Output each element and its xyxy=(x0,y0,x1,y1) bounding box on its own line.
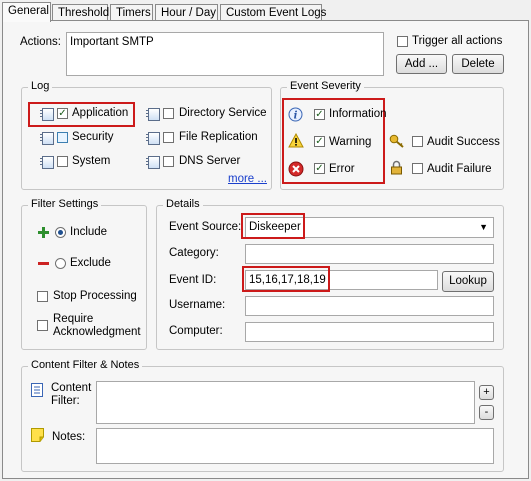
actions-list[interactable]: Important SMTP xyxy=(66,32,384,76)
svg-text:i: i xyxy=(294,111,298,122)
event-source-label: Event Source: xyxy=(169,221,242,233)
warning-icon xyxy=(288,133,304,148)
warning-label: Warning xyxy=(329,136,372,148)
dns-server-log-icon xyxy=(146,156,160,169)
content-filter-minus-button[interactable]: - xyxy=(479,405,494,420)
log-group-title: Log xyxy=(28,80,53,92)
information-icon: i xyxy=(288,107,303,122)
application-label: Application xyxy=(72,107,129,119)
add-action-button[interactable]: Add ... xyxy=(396,54,447,74)
directory-service-label: Directory Service xyxy=(179,107,267,119)
lookup-button[interactable]: Lookup xyxy=(442,271,494,292)
computer-input[interactable] xyxy=(245,322,494,342)
content-filter-input[interactable] xyxy=(96,381,475,424)
directory-service-checkbox[interactable] xyxy=(163,108,174,119)
content-filter-title: Content Filter & Notes xyxy=(28,359,143,371)
warning-checkbox[interactable]: ✓ xyxy=(314,136,325,147)
dns-server-label: DNS Server xyxy=(179,155,241,167)
more-logs-link[interactable]: more ... xyxy=(228,173,267,185)
audit-success-checkbox[interactable] xyxy=(412,136,423,147)
minus-icon xyxy=(38,262,49,265)
actions-label: Actions: xyxy=(20,36,61,48)
information-label: Information xyxy=(329,108,387,120)
trigger-all-label: Trigger all actions xyxy=(412,35,503,47)
tab-timers[interactable]: Timers xyxy=(110,4,153,20)
lock-icon xyxy=(391,160,402,175)
username-label: Username: xyxy=(169,299,226,311)
content-filter-label-line2: Filter: xyxy=(51,395,80,407)
error-label: Error xyxy=(329,163,355,175)
dns-server-checkbox[interactable] xyxy=(163,156,174,167)
application-checkbox[interactable]: ✓ xyxy=(57,108,68,119)
chevron-down-icon[interactable]: ▼ xyxy=(479,219,488,235)
file-replication-label: File Replication xyxy=(179,131,258,143)
error-checkbox[interactable]: ✓ xyxy=(314,163,325,174)
plus-icon xyxy=(38,227,49,238)
audit-failure-label: Audit Failure xyxy=(427,163,492,175)
key-icon xyxy=(389,134,404,148)
document-icon xyxy=(31,383,43,397)
require-acknowledgment-checkbox[interactable] xyxy=(37,320,48,331)
system-checkbox[interactable] xyxy=(57,156,68,167)
tab-general[interactable]: General xyxy=(2,2,51,22)
category-label: Category: xyxy=(169,247,219,259)
details-title: Details xyxy=(163,198,203,210)
system-label: System xyxy=(72,155,111,167)
include-label: Include xyxy=(70,226,108,238)
file-replication-checkbox[interactable] xyxy=(163,132,174,143)
notes-input[interactable] xyxy=(96,428,494,464)
event-source-highlight xyxy=(241,213,305,239)
exclude-label: Exclude xyxy=(70,257,111,269)
notes-label: Notes: xyxy=(52,431,86,443)
audit-success-label: Audit Success xyxy=(427,136,500,148)
event-severity-title: Event Severity xyxy=(287,80,364,92)
exclude-radio[interactable] xyxy=(55,258,66,269)
security-checkbox[interactable] xyxy=(57,132,68,143)
actions-list-item[interactable]: Important SMTP xyxy=(70,36,154,48)
stop-processing-label: Stop Processing xyxy=(53,290,137,302)
application-log-icon xyxy=(40,108,54,121)
tab-hour-day[interactable]: Hour / Day xyxy=(155,4,218,20)
delete-action-button[interactable]: Delete xyxy=(452,54,504,74)
content-filter-label-line1: Content xyxy=(51,382,92,394)
system-log-icon xyxy=(40,156,54,169)
content-filter-plus-button[interactable]: + xyxy=(479,385,494,400)
sticky-note-icon xyxy=(31,428,44,442)
event-id-label: Event ID: xyxy=(169,274,217,286)
information-checkbox[interactable]: ✓ xyxy=(314,109,325,120)
require-ack-line2: Acknowledgment xyxy=(53,326,141,338)
include-radio[interactable] xyxy=(55,227,66,238)
directory-service-log-icon xyxy=(146,108,160,121)
content-filter-label: Content Filter: xyxy=(51,382,91,408)
require-ack-line1: Require xyxy=(53,313,94,325)
security-log-icon xyxy=(40,132,54,145)
security-label: Security xyxy=(72,131,114,143)
stop-processing-checkbox[interactable] xyxy=(37,291,48,302)
file-replication-log-icon xyxy=(146,132,160,145)
trigger-all-checkbox[interactable] xyxy=(397,36,408,47)
error-icon xyxy=(288,161,304,177)
event-id-highlight xyxy=(242,266,330,292)
category-input[interactable] xyxy=(245,244,494,264)
tab-threshold[interactable]: Threshold xyxy=(52,4,109,20)
require-acknowledgment-label: Require Acknowledgment xyxy=(53,313,141,339)
audit-failure-checkbox[interactable] xyxy=(412,163,423,174)
tab-custom-event-logs[interactable]: Custom Event Logs xyxy=(220,4,326,20)
username-input[interactable] xyxy=(245,296,494,316)
filter-settings-title: Filter Settings xyxy=(28,198,102,210)
computer-label: Computer: xyxy=(169,325,223,337)
